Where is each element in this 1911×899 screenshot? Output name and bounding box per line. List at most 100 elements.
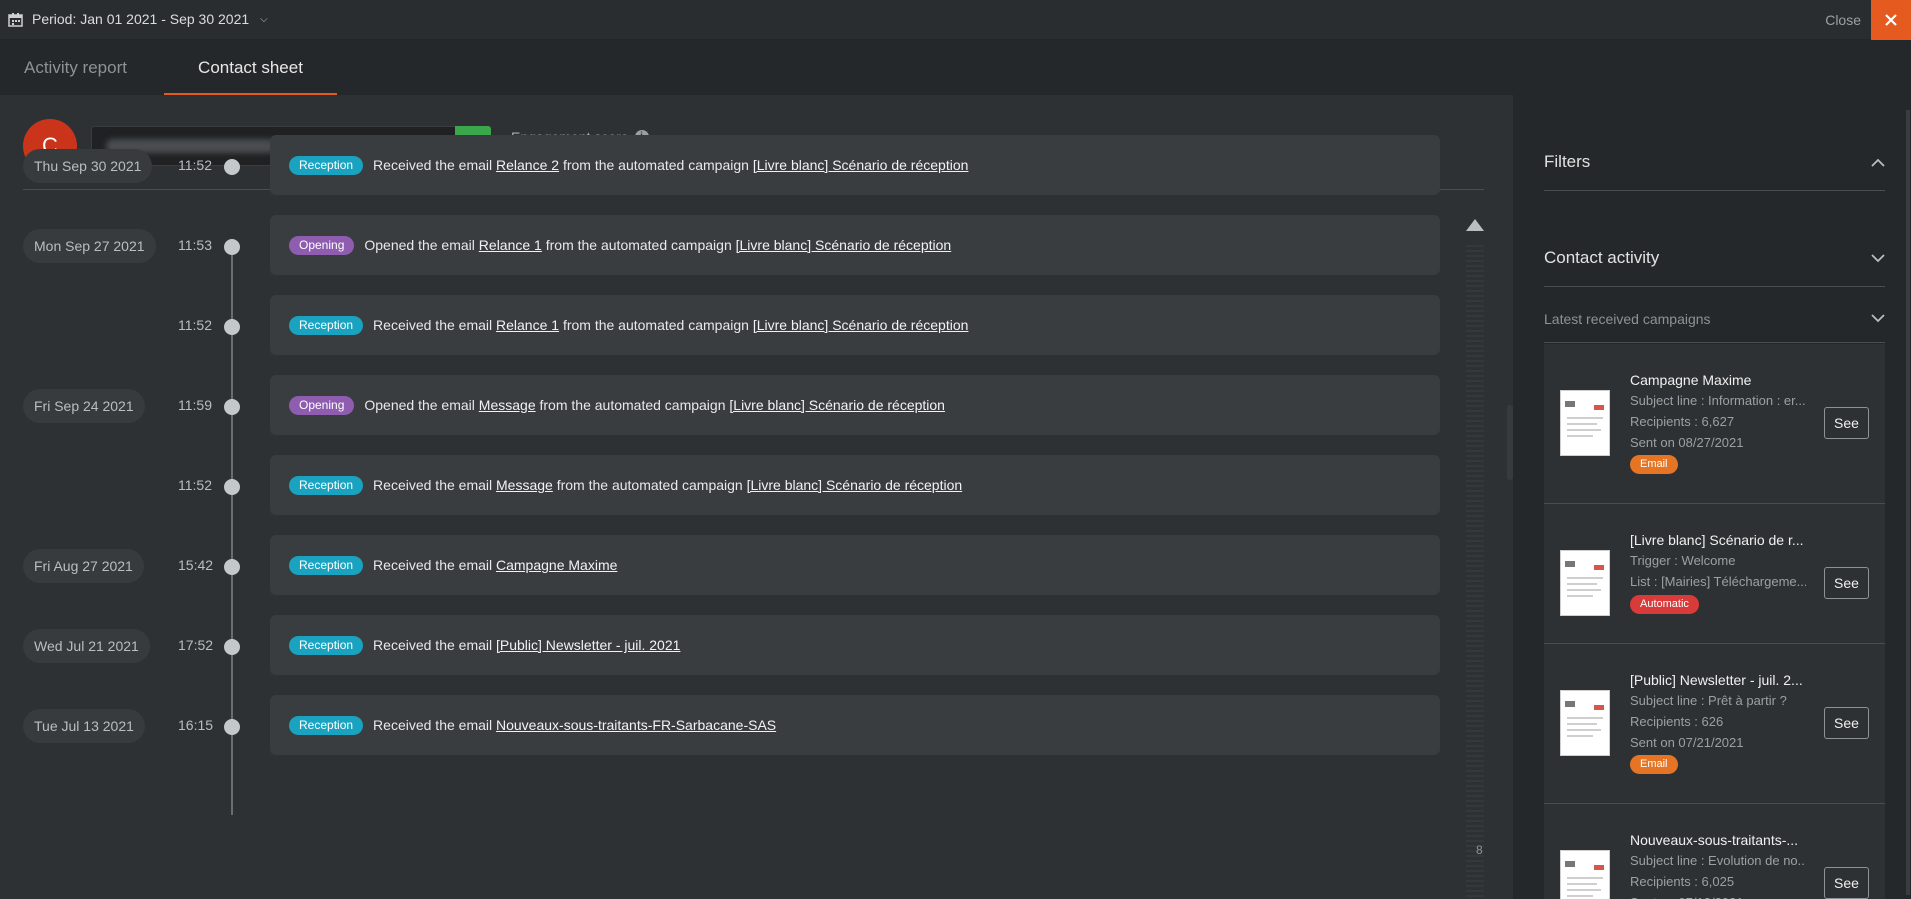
timeline-row: Mon Sep 27 2021 11:53 Opening Opened the em… — [0, 215, 1460, 275]
chevron-down-icon: ⌵ — [260, 13, 268, 25]
see-button[interactable]: See — [1824, 707, 1869, 739]
tab-contact-sheet[interactable]: Contact sheet — [164, 40, 337, 95]
timeline-row: 11:52 Reception Received the email Message… — [0, 455, 1460, 515]
sidebar-scrollbar[interactable] — [1906, 110, 1910, 895]
event-text: Received the email — [373, 717, 493, 733]
event-time: 11:52 — [178, 317, 212, 333]
see-button[interactable]: See — [1824, 407, 1869, 439]
campaign-name: [Livre blanc] Scénario de r... — [1630, 532, 1804, 548]
reception-badge: Reception — [289, 315, 364, 335]
event-time: 16:15 — [178, 717, 214, 733]
latest-campaigns-title: Latest received campaigns — [1544, 310, 1711, 327]
opening-badge: Opening — [289, 235, 355, 255]
chevron-down-icon — [1871, 310, 1885, 328]
see-button[interactable]: See — [1824, 867, 1869, 899]
timeline-row: Fri Sep 24 2021 11:59 Opening Opened the em… — [0, 375, 1460, 435]
email-link[interactable]: Message — [496, 477, 553, 493]
campaign-meta: List : [Mairies] Téléchargeme... — [1630, 574, 1806, 589]
reception-badge: Reception — [289, 635, 364, 655]
top-bar: Period: Jan 01 2021 - Sep 30 2021 ⌵ Clos… — [0, 0, 1911, 40]
timeline-row: Wed Jul 21 2021 17:52 Reception Received th… — [0, 615, 1460, 675]
campaign-link[interactable]: [Livre blanc] Scénario de réception — [729, 397, 945, 413]
event-text: from the automated campaign — [562, 157, 749, 173]
period-selector[interactable]: Period: Jan 01 2021 - Sep 30 2021 ⌵ — [8, 11, 268, 27]
event-time: 11:59 — [178, 397, 212, 413]
event-card: Reception Received the email [Public] New… — [270, 615, 1440, 675]
campaign-card: Nouveaux-sous-traitants-... Subject line … — [1544, 804, 1885, 899]
email-link[interactable]: Relance 2 — [496, 157, 559, 173]
campaign-meta: Subject line : Evolution de no... — [1630, 853, 1806, 868]
campaign-thumbnail — [1560, 850, 1610, 899]
event-card: Reception Received the email Relance 2 fr… — [270, 135, 1440, 195]
email-link[interactable]: Nouveaux-sous-traitants-FR-Sarbacane-SAS — [496, 717, 776, 733]
event-card: Reception Received the email Campagne Max… — [270, 535, 1440, 595]
campaign-link[interactable]: [Livre blanc] Scénario de réception — [753, 317, 969, 333]
timeline-dot — [224, 159, 240, 175]
reception-badge: Reception — [289, 555, 364, 575]
contact-activity-section-header[interactable]: Contact activity — [1544, 229, 1885, 287]
timeline-dot — [224, 399, 240, 415]
email-link[interactable]: Campagne Maxime — [496, 557, 617, 573]
campaign-name: Campagne Maxime — [1630, 372, 1752, 388]
see-button[interactable]: See — [1824, 567, 1869, 599]
campaign-meta: Sent on 07/13/2021 — [1630, 895, 1806, 899]
event-card: Reception Received the email Nouveaux-sou… — [270, 695, 1440, 755]
event-text: from the automated campaign — [562, 317, 749, 333]
campaign-meta: Subject line : Prêt à partir ? — [1630, 693, 1787, 708]
timeline-dot — [224, 559, 240, 575]
campaign-link[interactable]: [Livre blanc] Scénario de réception — [753, 157, 969, 173]
campaign-meta: Trigger : Welcome — [1630, 553, 1736, 568]
timeline-dot — [224, 639, 240, 655]
campaign-link[interactable]: [Livre blanc] Scénario de réception — [736, 237, 952, 253]
campaign-card: Campagne Maxime Subject line : Informatio… — [1544, 344, 1885, 504]
tab-activity-report[interactable]: Activity report — [24, 40, 127, 95]
event-time: 11:52 — [178, 157, 212, 173]
campaign-thumbnail — [1560, 550, 1610, 616]
filters-sidebar: Filters Contact activity Latest received… — [1513, 95, 1911, 899]
close-label[interactable]: Close — [1825, 12, 1861, 28]
campaign-meta: Sent on 08/27/2021 — [1630, 435, 1744, 450]
timeline-dot — [224, 479, 240, 495]
filters-section-header[interactable]: Filters — [1544, 133, 1885, 191]
event-text: Received the email — [373, 637, 493, 653]
tab-bar: Activity report Contact sheet — [0, 40, 1911, 95]
latest-campaigns-header[interactable]: Latest received campaigns — [1544, 295, 1885, 343]
campaign-meta: Recipients : 6,627 — [1630, 414, 1735, 429]
timeline-row: 11:52 Reception Received the email Relance… — [0, 295, 1460, 355]
campaign-meta: Subject line : Information : er... — [1630, 393, 1806, 408]
reception-badge: Reception — [289, 155, 364, 175]
contact-activity-title: Contact activity — [1544, 247, 1660, 267]
chevron-up-icon — [1871, 154, 1885, 170]
event-text: Received the email — [373, 317, 493, 333]
campaign-card: [Public] Newsletter - juil. 2... Subject … — [1544, 644, 1885, 804]
timeline-row: Fri Aug 27 2021 15:42 Reception Received th… — [0, 535, 1460, 595]
contact-sheet-panel: C Engagement score i ★★★★★ Thu Sep 30 20… — [0, 95, 1513, 899]
email-link[interactable]: Relance 1 — [479, 237, 542, 253]
campaign-meta: Recipients : 6,025 — [1630, 874, 1735, 889]
campaign-link[interactable]: [Livre blanc] Scénario de réception — [747, 477, 963, 493]
email-tag: Email — [1630, 755, 1678, 774]
timeline-scrollbar[interactable] — [1466, 245, 1484, 899]
date-pill: Fri Aug 27 2021 — [23, 549, 144, 583]
email-link[interactable]: Relance 1 — [496, 317, 559, 333]
scroll-up-arrow-icon[interactable] — [1466, 219, 1484, 231]
email-link[interactable]: [Public] Newsletter - juil. 2021 — [496, 637, 680, 653]
email-link[interactable]: Message — [479, 397, 536, 413]
event-text: Received the email — [373, 157, 493, 173]
reception-badge: Reception — [289, 475, 364, 495]
timeline-row: Thu Sep 30 2021 11:52 Reception Received th… — [0, 135, 1460, 195]
date-pill: Mon Sep 27 2021 — [23, 229, 156, 263]
event-card: Opening Opened the email Relance 1 from t… — [270, 215, 1440, 275]
timeline-dot — [224, 319, 240, 335]
event-time: 11:52 — [178, 477, 212, 493]
timeline-dot — [224, 239, 240, 255]
date-pill: Wed Jul 21 2021 — [23, 629, 150, 663]
campaign-name: [Public] Newsletter - juil. 2... — [1630, 672, 1803, 688]
campaign-card: [Livre blanc] Scénario de r... Trigger : … — [1544, 504, 1885, 644]
timeline-dot — [224, 719, 240, 735]
event-text: from the automated campaign — [556, 477, 743, 493]
event-time: 17:52 — [178, 637, 214, 653]
close-button[interactable] — [1871, 0, 1911, 40]
calendar-icon — [8, 12, 23, 27]
event-text: from the automated campaign — [545, 237, 732, 253]
